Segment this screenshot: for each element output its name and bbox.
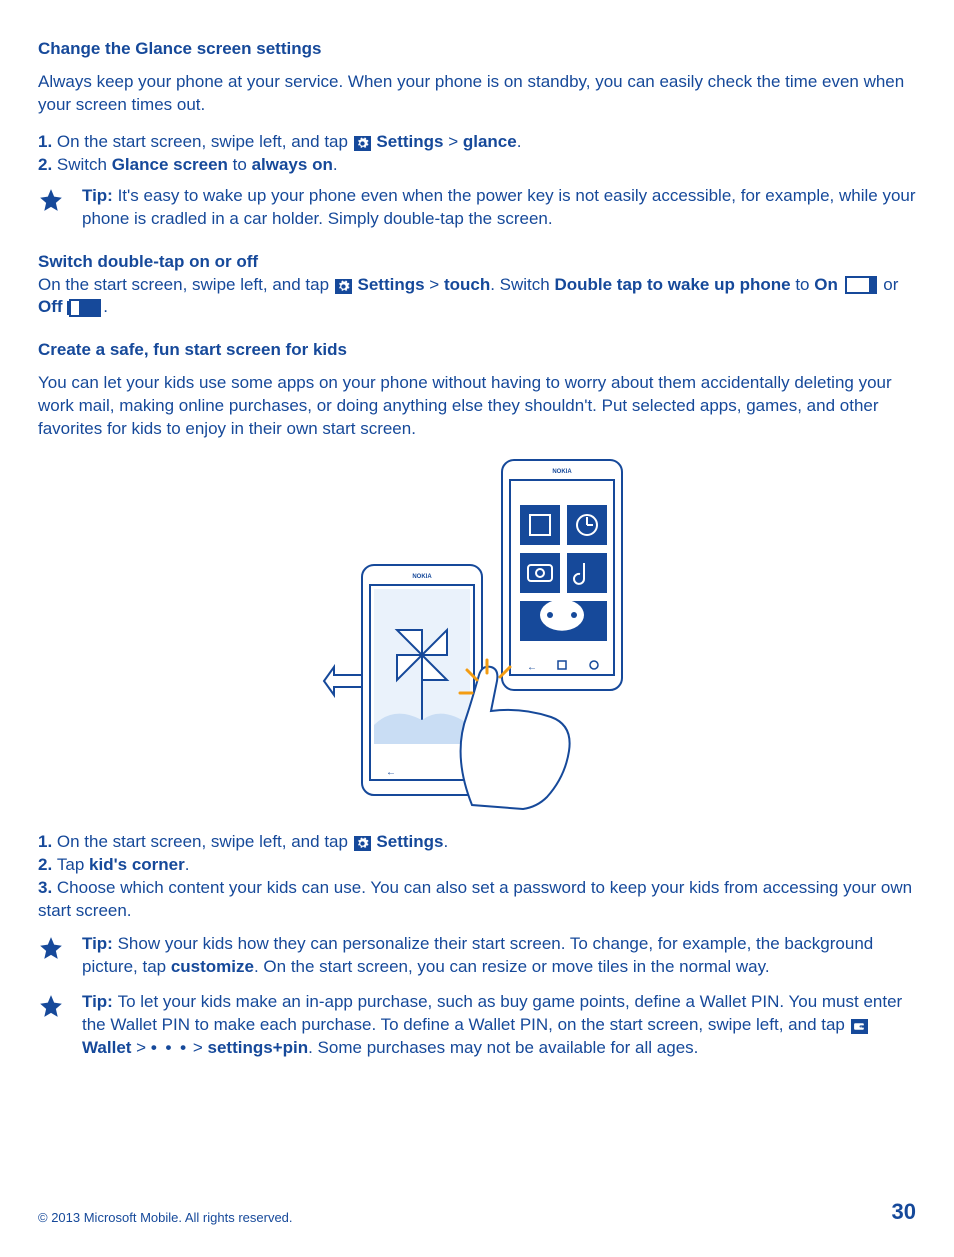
star-icon — [38, 935, 64, 968]
step-2: 2. Tap kid's corner. — [38, 854, 916, 877]
settings-icon — [354, 136, 371, 151]
section-kids: Create a safe, fun start screen for kids… — [38, 339, 916, 1059]
svg-text:←: ← — [527, 662, 537, 673]
heading-glance: Change the Glance screen settings — [38, 38, 916, 61]
intro-kids: You can let your kids use some apps on y… — [38, 372, 916, 441]
page-footer: © 2013 Microsoft Mobile. All rights rese… — [38, 1197, 916, 1227]
step-3: 3. Choose which content your kids can us… — [38, 877, 916, 923]
step-1: 1. On the start screen, swipe left, and … — [38, 131, 916, 154]
star-icon — [38, 187, 64, 220]
doubletap-body: On the start screen, swipe left, and tap… — [38, 274, 916, 320]
tip-kids-1: Tip: Show your kids how they can persona… — [38, 933, 916, 979]
steps-kids: 1. On the start screen, swipe left, and … — [38, 831, 916, 923]
kids-illustration: NOKIA ← NOKIA ← — [322, 455, 632, 815]
settings-icon — [335, 279, 352, 294]
step-1: 1. On the start screen, swipe left, and … — [38, 831, 916, 854]
toggle-on-icon — [845, 276, 877, 294]
settings-icon — [354, 836, 371, 851]
tip-kids-2: Tip: To let your kids make an in-app pur… — [38, 991, 916, 1060]
intro-glance: Always keep your phone at your service. … — [38, 71, 916, 117]
page-number: 30 — [892, 1197, 916, 1227]
copyright: © 2013 Microsoft Mobile. All rights rese… — [38, 1209, 293, 1227]
step-2: 2. Switch Glance screen to always on. — [38, 154, 916, 177]
more-dots-icon: • • • — [151, 1037, 188, 1060]
toggle-off-icon — [69, 299, 101, 317]
svg-text:NOKIA: NOKIA — [412, 574, 432, 580]
svg-text:NOKIA: NOKIA — [552, 469, 572, 475]
tip-glance: Tip: It's easy to wake up your phone eve… — [38, 185, 916, 231]
heading-kids: Create a safe, fun start screen for kids — [38, 339, 916, 362]
steps-glance: 1. On the start screen, swipe left, and … — [38, 131, 916, 177]
star-icon — [38, 993, 64, 1026]
section-doubletap: Switch double-tap on or off On the start… — [38, 251, 916, 320]
section-glance: Change the Glance screen settings Always… — [38, 38, 916, 231]
wallet-icon — [851, 1019, 868, 1034]
svg-text:←: ← — [386, 767, 396, 778]
heading-doubletap: Switch double-tap on or off — [38, 251, 916, 274]
